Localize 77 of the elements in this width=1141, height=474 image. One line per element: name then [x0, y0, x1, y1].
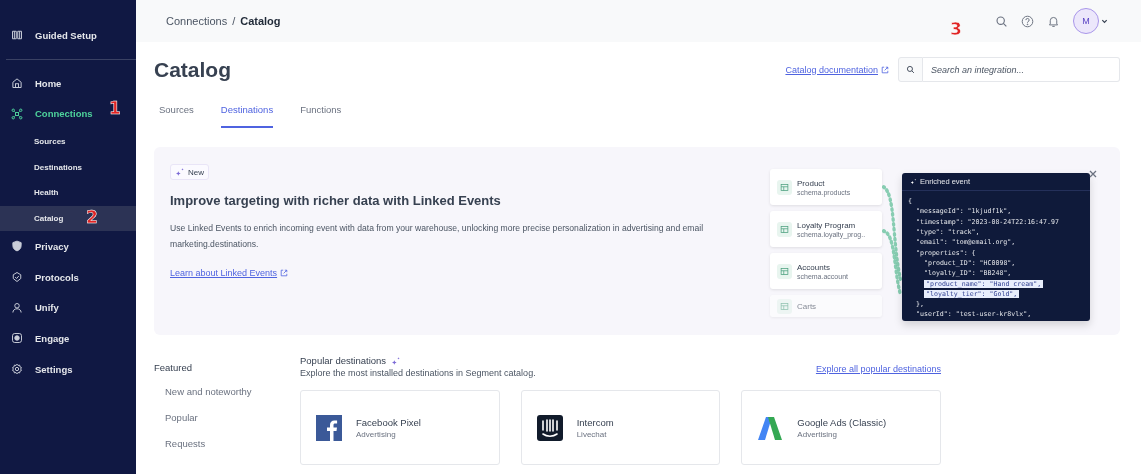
ads-logo-icon: [757, 414, 784, 441]
help-icon[interactable]: [1021, 14, 1034, 28]
tab[interactable]: Sources: [159, 99, 194, 128]
external-link-icon: [881, 65, 889, 74]
shield-icon: [11, 240, 23, 253]
sparkle-icon: [175, 167, 185, 177]
section-title: Popular destinations: [300, 355, 387, 366]
tab[interactable]: Functions: [300, 99, 342, 128]
nodes-icon: [11, 107, 23, 120]
destination-name: Facebook Pixel: [356, 416, 421, 428]
protocols-icon: [11, 271, 23, 284]
destination-category: Advertising: [797, 429, 838, 439]
sidebar-item[interactable]: Privacy: [0, 231, 136, 262]
breadcrumb-item: Catalog: [240, 15, 281, 27]
intercom-logo-icon: [536, 414, 563, 441]
tab[interactable]: Destinations: [220, 99, 274, 128]
sidebar-subitem[interactable]: Destinations: [0, 154, 136, 181]
documentation-link[interactable]: Catalog documentation: [785, 64, 889, 75]
close-icon: [1088, 169, 1098, 179]
callout-number: 3: [950, 20, 962, 39]
category-link[interactable]: New and noteworthy: [154, 379, 300, 405]
sidebar-item[interactable]: Unify: [0, 292, 136, 324]
page-title: Catalog: [154, 57, 231, 82]
table-icon: [780, 224, 789, 234]
destination-card[interactable]: Google Ads (Classic) Advertising: [741, 390, 941, 465]
learn-more-link[interactable]: Learn about Linked Events: [170, 268, 289, 278]
search-icon: [906, 65, 915, 74]
table-icon: [780, 301, 789, 311]
table-name: Loyalty Program: [797, 220, 857, 230]
engage-icon: [11, 332, 23, 345]
home-icon: [11, 77, 23, 90]
sidebar-item[interactable]: Protocols: [0, 261, 136, 293]
external-link-icon: [280, 269, 289, 277]
sidebar-item[interactable]: Connections 1: [0, 98, 136, 130]
search-icon[interactable]: [995, 14, 1008, 28]
sidebar-item[interactable]: Settings: [0, 353, 136, 385]
callout-number: 2: [86, 207, 98, 227]
table-name: Product: [797, 178, 826, 188]
sparkle-icon: [391, 355, 402, 366]
breadcrumb-item[interactable]: Connections: [166, 15, 228, 27]
book-icon: [11, 29, 23, 42]
search-button[interactable]: [898, 57, 923, 82]
table-icon: [780, 182, 789, 192]
explore-link[interactable]: Explore all popular destinations: [815, 364, 941, 374]
caret-icon[interactable]: [1101, 17, 1108, 25]
section-subtitle: Explore the most installed destinations in Segment catalog.: [300, 368, 536, 378]
category-link[interactable]: Popular: [154, 405, 300, 431]
destination-card[interactable]: Intercom Livechat: [520, 390, 721, 465]
destination-card[interactable]: Facebook Pixel Advertising: [300, 390, 500, 465]
sidebar-subitem[interactable]: Sources: [0, 129, 136, 155]
destination-category: Livechat: [576, 429, 608, 439]
close-button[interactable]: [1088, 169, 1098, 179]
settings-icon: [11, 363, 23, 376]
destination-name: Intercom: [576, 416, 614, 428]
sidebar-item[interactable]: Guided Setup: [0, 20, 136, 51]
table-name: Carts: [797, 301, 817, 311]
sidebar-item[interactable]: Home: [0, 67, 136, 99]
table-name: Accounts: [797, 262, 831, 272]
bell-icon[interactable]: [1047, 14, 1060, 28]
new-badge: New: [170, 164, 209, 180]
user-avatar[interactable]: M: [1073, 8, 1099, 34]
callout-number: 1: [109, 99, 121, 119]
sidebar-item[interactable]: Engage: [0, 323, 136, 354]
person-icon: [11, 301, 23, 314]
sparkle-icon: [910, 178, 917, 185]
breadcrumb-separator: /: [232, 15, 236, 27]
banner-title: Improve targeting with richer data with Linked Events: [170, 193, 502, 208]
facebook-logo-icon: [316, 414, 342, 441]
section-heading: Featured: [154, 362, 194, 373]
table-icon: [780, 266, 789, 276]
search-field[interactable]: Search an integration...: [923, 57, 1120, 82]
destination-category: Advertising: [356, 429, 397, 439]
sidebar-subitem[interactable]: Health: [0, 180, 136, 206]
destination-name: Google Ads (Classic): [797, 416, 887, 428]
banner-description: Use Linked Events to enrich incoming event with data from your warehouse, unlocking more precise personalization in advertising and email marketing.destinations.: [170, 222, 705, 251]
sidebar-subitem[interactable]: Catalog 2: [0, 205, 136, 232]
category-link[interactable]: Requests: [154, 431, 300, 457]
